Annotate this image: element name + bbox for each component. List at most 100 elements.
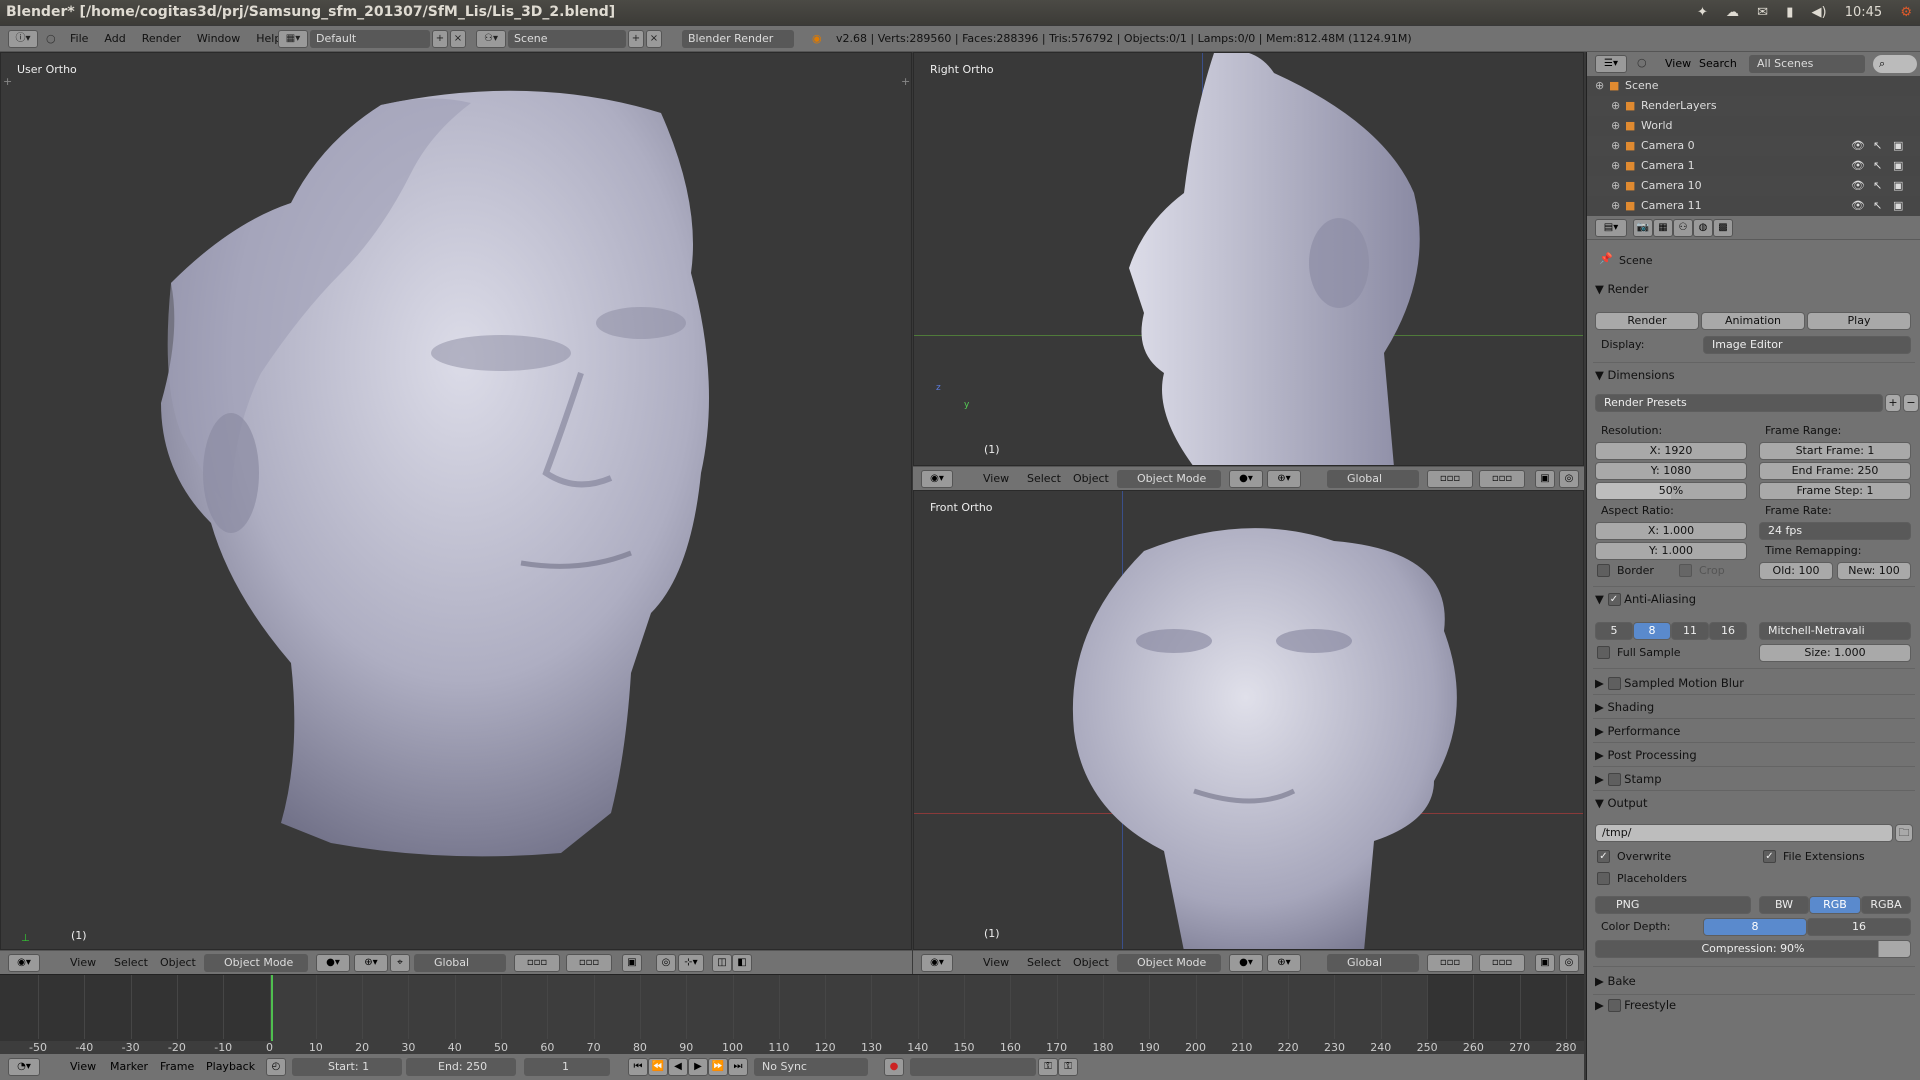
resolution-x-field[interactable]: X: 1920 <box>1595 442 1747 460</box>
play-icon[interactable]: ▶ <box>688 1058 708 1076</box>
editor-type-button[interactable]: ◉▾ <box>921 470 953 488</box>
display-mode-select[interactable]: All Scenes <box>1749 55 1865 73</box>
snap-icon[interactable]: ⊹▾ <box>678 954 704 972</box>
panel-checkbox[interactable] <box>1607 677 1621 690</box>
render-anim-icon[interactable]: ◧ <box>732 954 752 972</box>
search-input[interactable]: ⌕ <box>1873 55 1917 73</box>
viewport-user-ortho[interactable]: User Ortho + + ⊥ (1) <box>0 52 912 950</box>
bake-panel-header[interactable]: ▶ Bake <box>1595 974 1636 988</box>
folder-icon[interactable]: 🗀 <box>1895 824 1913 842</box>
layout-icon[interactable]: ▦▾ <box>278 30 308 48</box>
camera-icon[interactable]: ▣ <box>1893 156 1903 176</box>
editor-type-button[interactable]: ☰▾ <box>1595 55 1627 73</box>
jump-end-icon[interactable]: ⏭ <box>728 1058 748 1076</box>
end-frame-field[interactable]: End Frame: 250 <box>1759 462 1911 480</box>
add-scene-icon[interactable]: + <box>628 30 644 48</box>
overwrite-checkbox[interactable]: ✓ <box>1597 850 1610 863</box>
menu-view[interactable]: View <box>1665 57 1691 70</box>
menu-frame[interactable]: Frame <box>160 1060 194 1073</box>
insert-key-icon[interactable]: ⚿ <box>1038 1058 1058 1076</box>
render-engine-select[interactable]: Blender Render <box>682 30 794 48</box>
time-remap-old-field[interactable]: Old: 100 <box>1759 562 1833 580</box>
shading-select[interactable]: ●▾ <box>1229 954 1263 972</box>
signal-icon[interactable]: ▮ <box>1786 5 1793 20</box>
layers-icon[interactable]: ▫▫▫ <box>1427 954 1473 972</box>
aspect-x-field[interactable]: X: 1.000 <box>1595 522 1747 540</box>
menu-view[interactable]: View <box>70 1060 96 1073</box>
freestyle-panel-header[interactable]: ▶ Freestyle <box>1595 998 1676 1012</box>
menu-playback[interactable]: Playback <box>206 1060 255 1073</box>
layers-icon[interactable]: ▫▫▫ <box>566 954 612 972</box>
menu-marker[interactable]: Marker <box>110 1060 148 1073</box>
viewport-front-ortho[interactable]: Front Ortho (1) <box>913 490 1584 950</box>
render-tab-icon[interactable]: 📷 <box>1633 219 1653 237</box>
render-button[interactable]: Render <box>1595 312 1699 330</box>
output-panel-header[interactable]: ▼ Output <box>1595 796 1647 810</box>
expand-icon[interactable]: ⊕ <box>1611 196 1620 216</box>
expand-icon[interactable]: ⊕ <box>1595 76 1604 96</box>
rgb-button[interactable]: RGB <box>1809 896 1861 914</box>
object-tab-icon[interactable]: ▩ <box>1713 219 1733 237</box>
shading-select[interactable]: ●▾ <box>1229 470 1263 488</box>
aa-sample-button[interactable]: 5 <box>1595 622 1633 640</box>
menu-file[interactable]: File <box>62 26 96 52</box>
editor-type-button[interactable]: ◉▾ <box>8 954 40 972</box>
aa-sample-button[interactable]: 16 <box>1709 622 1747 640</box>
file-format-select[interactable]: PNG <box>1595 896 1751 914</box>
anti-aliasing-panel-header[interactable]: ▼ ✓ Anti-Aliasing <box>1595 592 1696 606</box>
editor-type-button[interactable]: ⓘ▾ <box>8 30 38 48</box>
eye-icon[interactable]: 👁 <box>1851 176 1865 196</box>
outliner-row[interactable]: ⊕ ■ World <box>1587 116 1920 136</box>
collapsed-panel-header[interactable]: ▶ Sampled Motion Blur <box>1595 676 1744 690</box>
panel-checkbox[interactable] <box>1607 773 1621 786</box>
menu-view[interactable]: View <box>70 956 96 969</box>
animation-button[interactable]: Animation <box>1701 312 1805 330</box>
play-button[interactable]: Play <box>1807 312 1911 330</box>
pivot-select[interactable]: ⊕▾ <box>354 954 388 972</box>
mode-select[interactable]: Object Mode <box>1117 470 1221 488</box>
proportional-icon[interactable]: ◎ <box>1559 470 1579 488</box>
cursor-icon[interactable]: ↖ <box>1873 156 1882 176</box>
eye-icon[interactable]: 👁 <box>1851 196 1865 216</box>
menu-window[interactable]: Window <box>189 26 248 52</box>
outliner-row[interactable]: ⊕ ■ Camera 1 👁 ↖ ▣ <box>1587 156 1920 176</box>
collapse-icon[interactable]: ○ <box>46 26 56 52</box>
collapse-icon[interactable]: ○ <box>1637 56 1647 69</box>
world-tab-icon[interactable]: ◍ <box>1693 219 1713 237</box>
camera-view-icon[interactable]: ▣ <box>622 954 642 972</box>
collapsed-panel-header[interactable]: ▶ Post Processing <box>1595 748 1697 762</box>
depth-16-button[interactable]: 16 <box>1807 918 1911 936</box>
border-checkbox[interactable] <box>1597 564 1610 577</box>
layers-icon[interactable]: ▫▫▫ <box>1427 470 1473 488</box>
gear-icon[interactable]: ⚙ <box>1900 5 1912 20</box>
camera-icon[interactable]: ▣ <box>1893 176 1903 196</box>
current-frame-field[interactable]: 1 <box>524 1058 610 1076</box>
layers-icon[interactable]: ▫▫▫ <box>1479 954 1525 972</box>
collapsed-panel-header[interactable]: ▶ Shading <box>1595 700 1654 714</box>
editor-type-button[interactable]: ▤▾ <box>1595 219 1627 237</box>
aa-filter-select[interactable]: Mitchell-Netravali <box>1759 622 1911 640</box>
render-presets-select[interactable]: Render Presets <box>1595 394 1883 412</box>
manipulator-icon[interactable]: ⌖ <box>390 954 410 972</box>
full-sample-checkbox[interactable] <box>1597 646 1610 659</box>
remove-scene-icon[interactable]: × <box>646 30 662 48</box>
cursor-icon[interactable]: ↖ <box>1873 196 1882 216</box>
frame-step-field[interactable]: Frame Step: 1 <box>1759 482 1911 500</box>
play-reverse-icon[interactable]: ◀ <box>668 1058 688 1076</box>
mode-select[interactable]: Object Mode <box>204 954 308 972</box>
resolution-percent-slider[interactable]: 50% <box>1595 482 1747 500</box>
menu-render[interactable]: Render <box>134 26 189 52</box>
dropbox-icon[interactable]: ✦ <box>1697 5 1708 20</box>
aa-sample-button[interactable]: 8 <box>1633 622 1671 640</box>
volume-icon[interactable]: ◀) <box>1812 5 1827 20</box>
layout-field[interactable]: Default <box>310 30 430 48</box>
render-preview-icon[interactable]: ◫ <box>712 954 732 972</box>
render-panel-header[interactable]: ▼ Render <box>1595 282 1648 296</box>
start-frame-field[interactable]: Start: 1 <box>292 1058 402 1076</box>
camera-view-icon[interactable]: ▣ <box>1535 954 1555 972</box>
eye-icon[interactable]: 👁 <box>1851 156 1865 176</box>
output-path-input[interactable]: /tmp/ <box>1595 824 1893 842</box>
compression-slider[interactable]: Compression: 90% <box>1595 940 1911 958</box>
display-select[interactable]: Image Editor <box>1703 336 1911 354</box>
editor-type-button[interactable]: ◔▾ <box>8 1058 40 1076</box>
